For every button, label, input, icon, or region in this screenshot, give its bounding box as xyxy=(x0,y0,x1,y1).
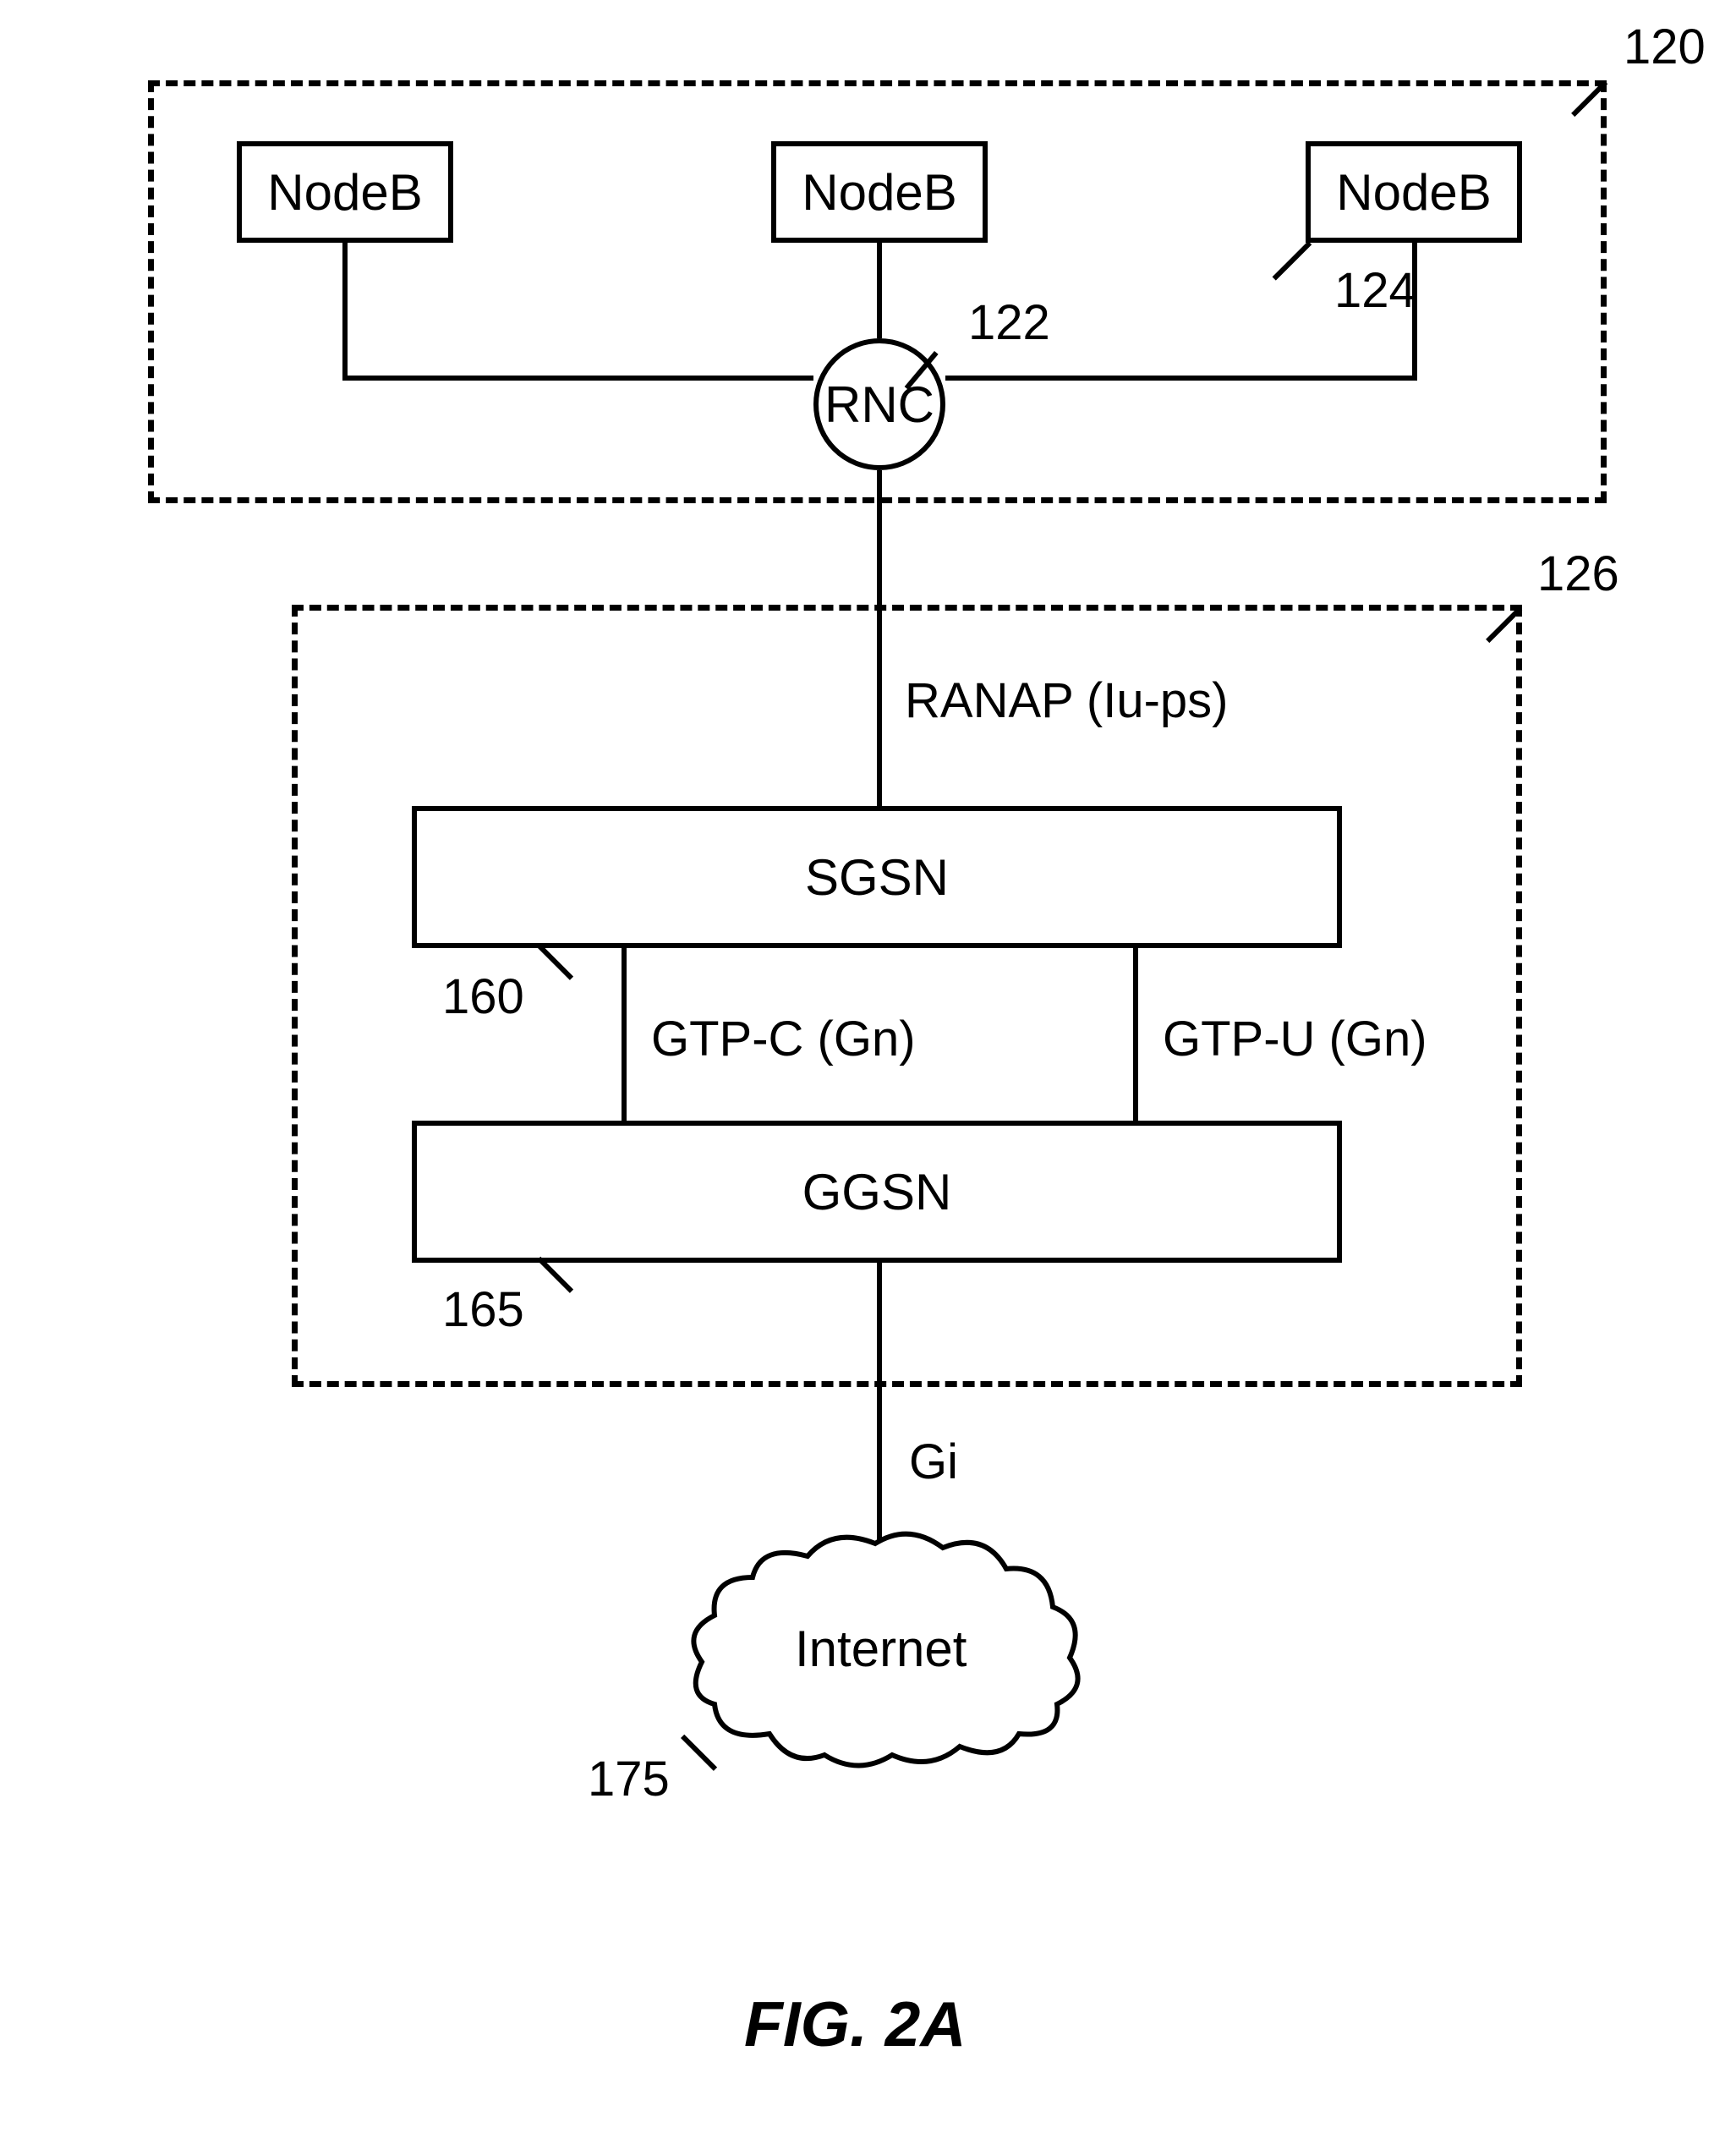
ref-120: 120 xyxy=(1624,19,1706,75)
figure-caption: FIG. 2A xyxy=(744,1988,967,2060)
gtpc-label: GTP-C (Gn) xyxy=(651,1011,916,1067)
nodeb-3-label: NodeB xyxy=(1336,163,1491,222)
ranap-label: RANAP (Iu-ps) xyxy=(905,672,1228,729)
ref-160: 160 xyxy=(442,968,524,1025)
nodeb-1: NodeB xyxy=(237,141,453,243)
gi-label: Gi xyxy=(909,1434,958,1490)
line-nb1-v xyxy=(342,243,348,378)
internet-label: Internet xyxy=(795,1620,967,1678)
rnc-node: RNC xyxy=(813,338,945,470)
line-gtpc xyxy=(622,948,627,1121)
diagram-canvas: 120 NodeB NodeB NodeB 124 RNC 122 126 RA… xyxy=(0,0,1736,2144)
nodeb-2: NodeB xyxy=(771,141,988,243)
nodeb-2-label: NodeB xyxy=(802,163,956,222)
ref-126: 126 xyxy=(1537,546,1619,602)
gtpu-label: GTP-U (Gn) xyxy=(1163,1011,1427,1067)
sgsn-label: SGSN xyxy=(805,848,949,907)
rnc-label: RNC xyxy=(824,376,934,434)
line-nb3-v xyxy=(1412,243,1417,378)
sgsn-node: SGSN xyxy=(412,806,1342,948)
nodeb-3: NodeB xyxy=(1306,141,1522,243)
line-nb2-v xyxy=(877,243,882,338)
ref-165: 165 xyxy=(442,1281,524,1338)
line-gi xyxy=(877,1263,882,1542)
ref-175: 175 xyxy=(588,1751,670,1807)
ref-122: 122 xyxy=(968,294,1050,351)
line-gtpu xyxy=(1133,948,1138,1121)
line-bus-left xyxy=(342,376,813,381)
line-bus-right xyxy=(945,376,1417,381)
ggsn-label: GGSN xyxy=(802,1163,952,1221)
ref-124: 124 xyxy=(1334,262,1416,319)
ggsn-node: GGSN xyxy=(412,1121,1342,1263)
nodeb-1-label: NodeB xyxy=(267,163,422,222)
